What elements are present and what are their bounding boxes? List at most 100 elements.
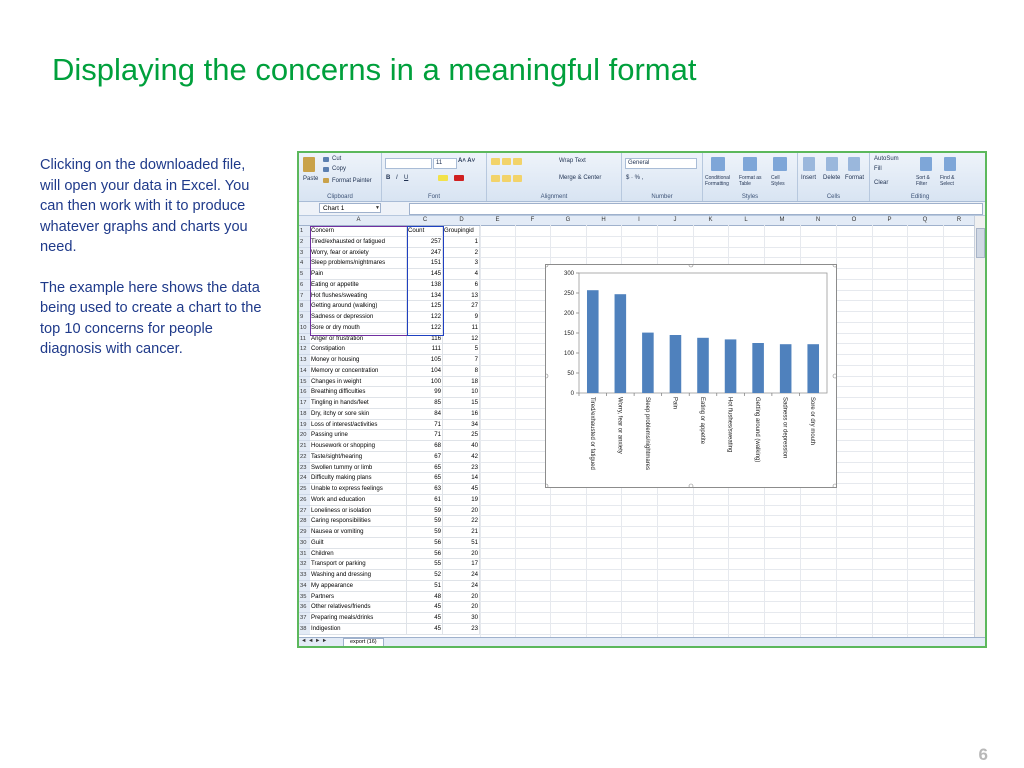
- table-cell[interactable]: 48: [407, 591, 443, 603]
- table-cell[interactable]: Loss of interest/activities: [310, 419, 407, 431]
- font-color-icon[interactable]: [454, 175, 464, 181]
- table-cell[interactable]: 84: [407, 408, 443, 420]
- italic-icon[interactable]: I: [396, 175, 398, 181]
- table-cell[interactable]: Guilt: [310, 537, 407, 549]
- row-header[interactable]: 11: [299, 333, 310, 345]
- formula-input[interactable]: [409, 203, 983, 215]
- align-left-icon[interactable]: [491, 175, 500, 182]
- table-cell[interactable]: 24: [443, 570, 480, 581]
- clear-button[interactable]: Clear: [874, 180, 888, 186]
- column-header[interactable]: F: [515, 216, 551, 226]
- paste-button[interactable]: Paste: [303, 176, 318, 182]
- table-cell[interactable]: 10: [443, 387, 480, 398]
- table-cell[interactable]: 20: [443, 591, 480, 603]
- paste-icon[interactable]: [303, 157, 315, 172]
- conditional-formatting-button[interactable]: Conditional Formatting: [705, 175, 735, 187]
- column-header[interactable]: A: [310, 216, 408, 226]
- column-header[interactable]: N: [800, 216, 837, 226]
- table-cell[interactable]: Breathing difficulties: [310, 387, 407, 398]
- table-cell[interactable]: Passing urine: [310, 430, 407, 441]
- column-header[interactable]: P: [872, 216, 908, 226]
- table-cell[interactable]: 3: [443, 258, 480, 269]
- table-cell[interactable]: Partners: [310, 591, 407, 603]
- table-cell[interactable]: 100: [407, 376, 443, 388]
- column-header[interactable]: Q: [907, 216, 944, 226]
- table-cell[interactable]: 45: [407, 613, 443, 624]
- table-cell[interactable]: 5: [443, 344, 480, 355]
- fill-button[interactable]: Fill: [874, 166, 882, 172]
- table-cell[interactable]: 24: [443, 580, 480, 592]
- column-header[interactable]: O: [836, 216, 873, 226]
- column-header[interactable]: J: [657, 216, 694, 226]
- row-header[interactable]: 28: [299, 516, 310, 527]
- column-header[interactable]: M: [764, 216, 801, 226]
- column-header[interactable]: H: [586, 216, 622, 226]
- table-cell[interactable]: 15: [443, 398, 480, 409]
- sheet-tab[interactable]: export (16): [343, 638, 384, 646]
- row-header[interactable]: 8: [299, 301, 310, 312]
- column-header[interactable]: K: [693, 216, 729, 226]
- row-header[interactable]: 6: [299, 279, 310, 291]
- table-cell[interactable]: 45: [407, 623, 443, 635]
- table-cell[interactable]: 111: [407, 344, 443, 355]
- table-cell[interactable]: 6: [443, 279, 480, 291]
- table-cell[interactable]: 13: [443, 290, 480, 302]
- row-header[interactable]: 37: [299, 613, 310, 624]
- row-header[interactable]: 7: [299, 290, 310, 302]
- table-cell[interactable]: Taste/sight/hearing: [310, 451, 407, 463]
- table-cell[interactable]: Caring responsibilities: [310, 516, 407, 527]
- row-header[interactable]: 18: [299, 408, 310, 420]
- autosum-button[interactable]: AutoSum: [874, 156, 899, 162]
- table-cell[interactable]: 14: [443, 473, 480, 484]
- table-cell[interactable]: 9: [443, 312, 480, 323]
- table-cell[interactable]: 17: [443, 559, 480, 570]
- table-cell[interactable]: 27: [443, 301, 480, 312]
- table-cell[interactable]: Groupingid: [443, 226, 480, 237]
- table-cell[interactable]: Transport or parking: [310, 559, 407, 570]
- table-cell[interactable]: 59: [407, 505, 443, 517]
- table-cell[interactable]: 99: [407, 387, 443, 398]
- row-header[interactable]: 10: [299, 322, 310, 334]
- table-cell[interactable]: 20: [443, 505, 480, 517]
- row-header[interactable]: 32: [299, 559, 310, 570]
- row-header[interactable]: 20: [299, 430, 310, 441]
- row-header[interactable]: 33: [299, 570, 310, 581]
- copy-button[interactable]: Copy: [332, 166, 346, 172]
- vertical-scrollbar[interactable]: [974, 216, 985, 637]
- table-cell[interactable]: 104: [407, 365, 443, 377]
- column-header[interactable]: I: [621, 216, 658, 226]
- table-cell[interactable]: 20: [443, 602, 480, 613]
- row-header[interactable]: 35: [299, 591, 310, 603]
- align-right-icon[interactable]: [513, 175, 522, 182]
- name-box-dropdown-icon[interactable]: ▼: [375, 205, 380, 211]
- table-cell[interactable]: 19: [443, 494, 480, 506]
- table-cell[interactable]: 45: [407, 602, 443, 613]
- row-header[interactable]: 15: [299, 376, 310, 388]
- table-cell[interactable]: 16: [443, 408, 480, 420]
- row-header[interactable]: 12: [299, 344, 310, 355]
- align-middle-icon[interactable]: [502, 158, 511, 165]
- currency-icon[interactable]: $ · % ,: [626, 175, 643, 181]
- column-header[interactable]: C: [407, 216, 444, 226]
- embedded-chart[interactable]: 0 50 100 150 200 250 300 Tired/exhausted or fat…: [545, 264, 837, 488]
- underline-icon[interactable]: U: [404, 175, 408, 181]
- format-as-table-button[interactable]: Format as Table: [739, 175, 763, 187]
- font-name-select[interactable]: [385, 158, 432, 169]
- fill-color-icon[interactable]: [438, 175, 448, 181]
- table-cell[interactable]: Children: [310, 548, 407, 560]
- row-header[interactable]: 38: [299, 623, 310, 635]
- align-bottom-icon[interactable]: [513, 158, 522, 165]
- table-cell[interactable]: 4: [443, 269, 480, 280]
- table-cell[interactable]: 55: [407, 559, 443, 570]
- column-header[interactable]: L: [728, 216, 765, 226]
- table-cell[interactable]: Difficulty making plans: [310, 473, 407, 484]
- table-cell[interactable]: 67: [407, 451, 443, 463]
- row-header[interactable]: 22: [299, 451, 310, 463]
- table-cell[interactable]: Constipation: [310, 344, 407, 355]
- row-header[interactable]: 31: [299, 548, 310, 560]
- row-header[interactable]: 27: [299, 505, 310, 517]
- table-cell[interactable]: 12: [443, 333, 480, 345]
- table-cell[interactable]: 42: [443, 451, 480, 463]
- cell-styles-button[interactable]: Cell Styles: [771, 175, 791, 187]
- table-cell[interactable]: 56: [407, 537, 443, 549]
